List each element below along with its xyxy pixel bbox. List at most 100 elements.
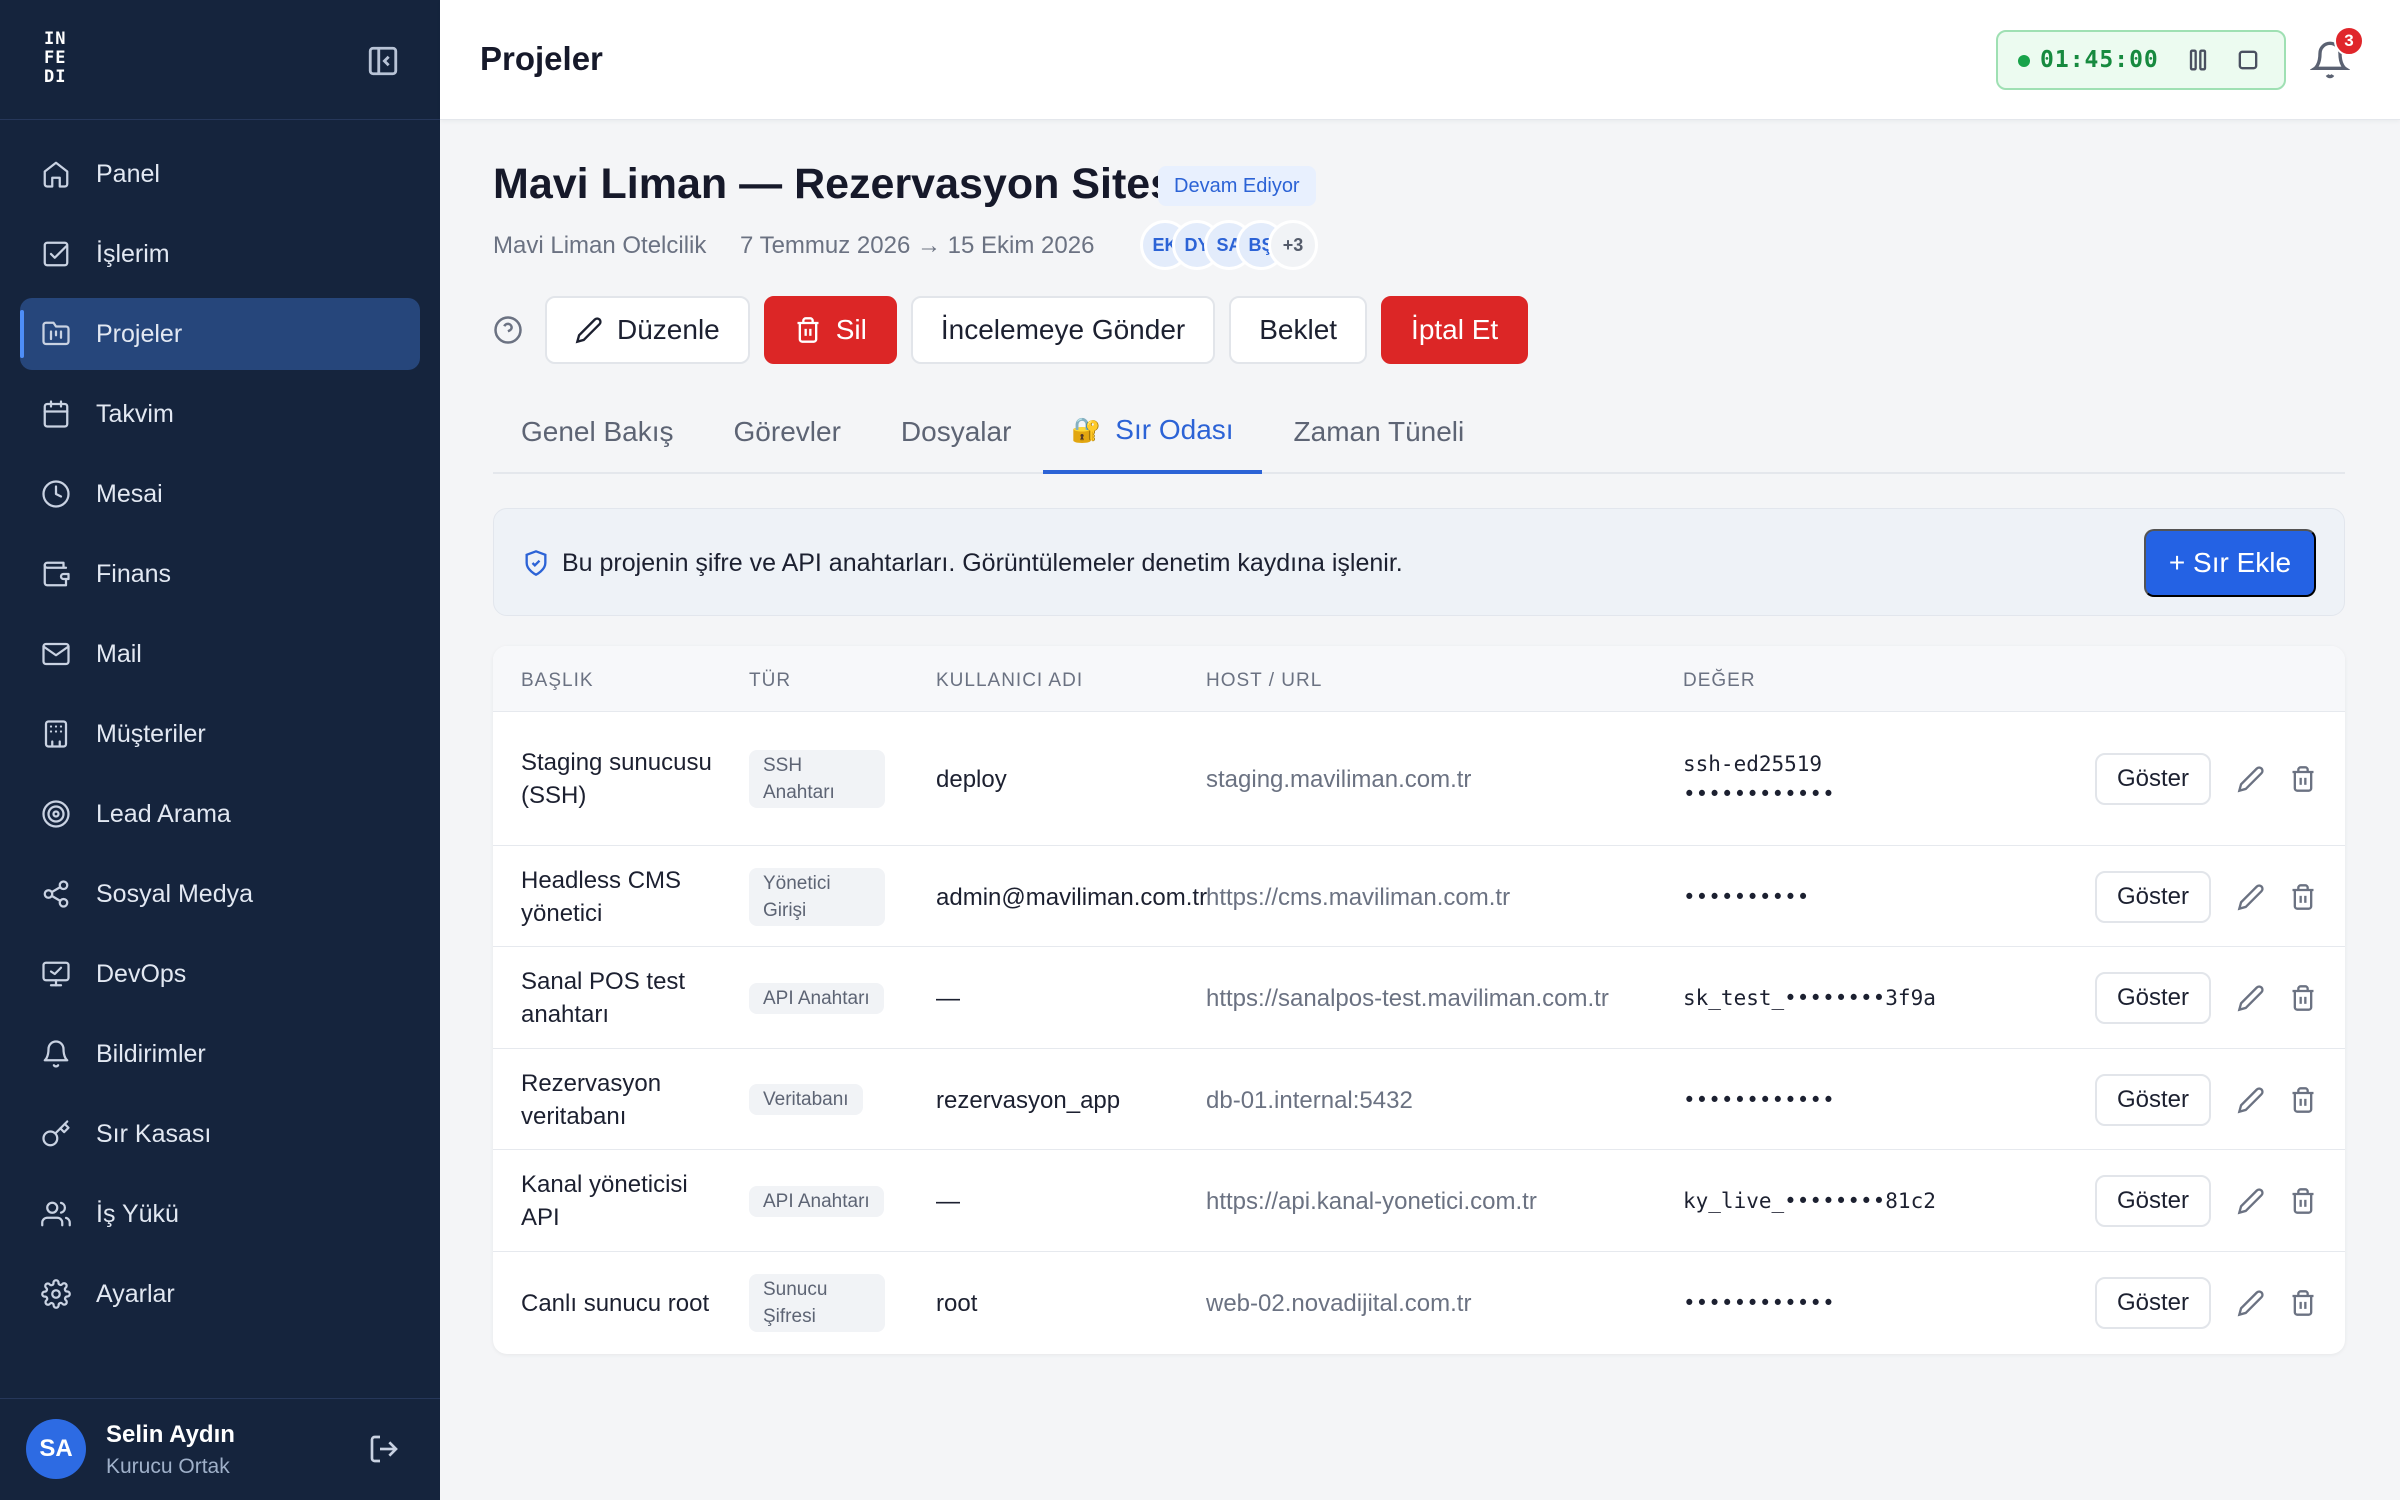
secret-username: deploy [936,766,1007,793]
pencil-icon[interactable] [2237,1086,2265,1114]
user-role: Kurucu Ortak [106,1455,230,1478]
tab-dosyalar[interactable]: Dosyalar [873,390,1039,474]
pencil-icon[interactable] [2237,765,2265,793]
sidebar-item-takvim[interactable]: Takvim [20,378,420,450]
sidebar-item-bildirimler[interactable]: Bildirimler [20,1018,420,1090]
project-tabs: Genel Bakış Görevler Dosyalar 🔐 Sır Odası Zam… [493,390,2345,474]
show-secret-button[interactable]: Göster [2095,870,2211,923]
table-row[interactable]: Staging sunucusu (SSH) SSH Anahtarı deploy… [493,712,2345,846]
sidebar-item-label: Panel [96,159,160,188]
page-title: Projeler [480,40,603,77]
show-secret-button[interactable]: Göster [2095,753,2211,805]
sidebar-item-panel[interactable]: Panel [20,138,420,210]
share-icon [40,878,72,910]
sidebar-item-ayarlar[interactable]: Ayarlar [20,1258,420,1330]
table-row[interactable]: Headless CMS yönetici Yönetici Girişi admi… [493,846,2345,947]
pencil-icon[interactable] [2237,1289,2265,1317]
secret-host: https://sanalpos-test.maviliman.com.tr [1206,985,1609,1012]
more-members-count[interactable]: +3 [1268,220,1318,270]
sidebar-item-projeler[interactable]: Projeler [20,298,420,370]
delete-button[interactable]: Sil [763,296,897,364]
brand-logo[interactable]: IN FE DI [44,30,88,90]
cancel-project-button[interactable]: İptal Et [1381,296,1529,364]
trash-icon[interactable] [2289,1086,2317,1114]
sidebar: IN FE DI Panel İşlerim Projeler Takvim Mesai… [0,0,440,1500]
column-header-host[interactable]: HOST / URL [1206,670,1322,692]
mail-icon [40,638,72,670]
sidebar-header: IN FE DI [0,0,440,120]
timer-running-dot [2018,55,2030,67]
sidebar-item-label: Projeler [96,319,183,348]
pencil-icon[interactable] [2237,984,2265,1012]
tab-sır-odası[interactable]: 🔐 Sır Odası [1043,390,1262,474]
tab-label: Görevler [733,416,841,447]
trash-icon[interactable] [2289,1289,2317,1317]
secret-value-masked: sk_test_••••••••3f9a [1683,986,1936,1010]
column-header-value[interactable]: DEĞER [1683,670,1756,692]
secret-title: Headless CMS yönetici [521,866,682,927]
column-header-type[interactable]: TÜR [749,670,791,692]
stop-icon[interactable] [2234,46,2262,74]
sidebar-item-mail[interactable]: Mail [20,618,420,690]
table-row[interactable]: Canlı sunucu root Sunucu Şifresi root web-0… [493,1252,2345,1354]
show-secret-button[interactable]: Göster [2095,1175,2211,1227]
tab-zaman-tüneli[interactable]: Zaman Tüneli [1266,390,1493,474]
add-secret-button[interactable]: + Sır Ekle [2144,529,2316,597]
sidebar-item-label: Bildirimler [96,1039,206,1068]
pencil-icon[interactable] [2237,1187,2265,1215]
sidebar-item-lead-arama[interactable]: Lead Arama [20,778,420,850]
sidebar-item-mesai[interactable]: Mesai [20,458,420,530]
building-icon [40,718,72,750]
secret-type-badge: SSH Anahtarı [749,750,885,808]
sidebar-collapse-icon[interactable] [366,44,400,78]
sidebar-item-label: Mail [96,639,142,668]
trash-icon[interactable] [2289,883,2317,911]
sidebar-item-i̇şlerim[interactable]: İşlerim [20,218,420,290]
sidebar-item-finans[interactable]: Finans [20,538,420,610]
logout-icon[interactable] [368,1433,400,1465]
pencil-icon [575,317,602,344]
secret-value-masked: •••••••••••• [1683,1291,1835,1315]
main-content: Mavi Liman — Rezervasyon Sitesi Devam Ed… [440,120,2400,1500]
vault-info-text: Bu projenin şifre ve API anahtarları. Gö… [562,549,1403,577]
sidebar-item-label: İşlerim [96,239,170,268]
sidebar-item-sır-kasası[interactable]: Sır Kasası [20,1098,420,1170]
sidebar-item-sosyal-medya[interactable]: Sosyal Medya [20,858,420,930]
shield-check-icon [522,549,550,577]
avatar[interactable]: SA [26,1419,86,1479]
checkbox-icon [40,238,72,270]
sidebar-item-label: İş Yükü [96,1199,179,1228]
secret-type-badge: Veritabanı [749,1084,863,1115]
column-header-title[interactable]: BAŞLIK [521,670,594,692]
tab-görevler[interactable]: Görevler [706,390,869,474]
trash-icon [797,317,819,343]
sidebar-item-label: Sır Kasası [96,1119,212,1148]
show-secret-button[interactable]: Göster [2095,972,2211,1024]
trash-icon[interactable] [2289,765,2317,793]
send-to-review-button[interactable]: İncelemeye Gönder [910,296,1216,364]
secrets-table: BAŞLIK TÜR KULLANICI ADI HOST / URL DEĞE… [493,646,2345,1354]
table-row[interactable]: Rezervasyon veritabanı Veritabanı rezervas… [493,1049,2345,1150]
sidebar-item-i̇ş-yükü[interactable]: İş Yükü [20,1178,420,1250]
secret-type-badge: API Anahtarı [749,1185,884,1217]
pause-icon[interactable] [2184,46,2212,74]
timer-value: 01:45:00 [2040,47,2159,73]
tab-genel-bakış[interactable]: Genel Bakış [493,390,702,474]
edit-button[interactable]: Düzenle [545,296,750,364]
sidebar-item-label: Finans [96,559,172,588]
hold-button[interactable]: Beklet [1229,296,1368,364]
table-row[interactable]: Kanal yöneticisi API API Anahtarı — https:/… [493,1150,2345,1252]
show-secret-button[interactable]: Göster [2095,1277,2211,1329]
sidebar-item-devops[interactable]: DevOps [20,938,420,1010]
show-secret-button[interactable]: Göster [2095,1073,2211,1126]
sidebar-item-müşteriler[interactable]: Müşteriler [20,698,420,770]
pencil-icon[interactable] [2237,883,2265,911]
sidebar-item-label: DevOps [96,959,187,988]
calendar-icon [40,398,72,430]
column-header-username[interactable]: KULLANICI ADI [936,670,1083,692]
table-row[interactable]: Sanal POS test anahtarı API Anahtarı — http… [493,947,2345,1049]
trash-icon[interactable] [2289,984,2317,1012]
trash-icon[interactable] [2289,1187,2317,1215]
delete-button-label: Sil [835,314,867,345]
help-icon[interactable] [493,315,523,345]
